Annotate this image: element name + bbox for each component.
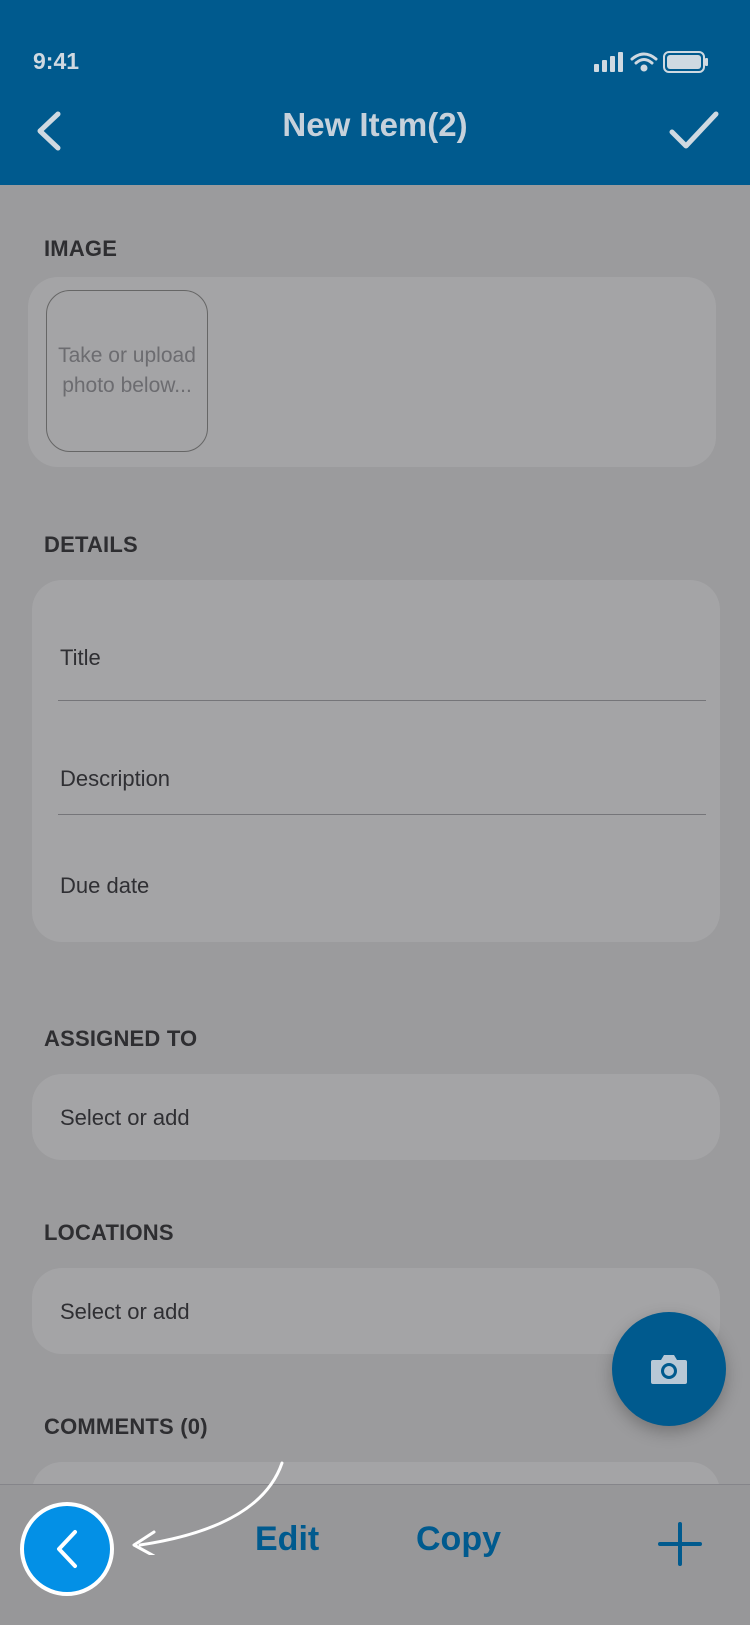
battery-icon <box>663 51 708 73</box>
camera-icon <box>651 1355 687 1384</box>
hint-arrow <box>132 1461 284 1555</box>
photo-placeholder[interactable]: Take or upload photo below... <box>46 290 208 452</box>
photo-placeholder-line1: Take or upload <box>58 344 196 367</box>
back-button[interactable] <box>20 1502 114 1596</box>
description-field[interactable]: Description <box>60 766 170 792</box>
section-label-assigned: ASSIGNED TO <box>44 1026 198 1051</box>
locations-select-text: Select or add <box>60 1299 190 1324</box>
divider <box>58 814 706 815</box>
wifi-icon <box>630 52 658 72</box>
section-label-image: IMAGE <box>44 236 118 261</box>
app-header: 9:41 New Item(2) <box>0 0 750 185</box>
divider <box>58 700 706 701</box>
chevron-left-icon <box>57 1530 77 1568</box>
check-icon[interactable] <box>666 108 722 156</box>
plus-icon[interactable] <box>656 1520 704 1568</box>
title-field[interactable]: Title <box>60 645 101 671</box>
page-title: New Item(2) <box>282 106 468 143</box>
section-label-comments: COMMENTS (0) <box>44 1414 208 1439</box>
signal-icon <box>594 52 623 72</box>
status-time: 9:41 <box>33 48 80 74</box>
assigned-select-text: Select or add <box>60 1105 190 1130</box>
photo-placeholder-line2: photo below... <box>62 374 192 397</box>
status-icons <box>594 51 708 73</box>
copy-button[interactable]: Copy <box>416 1520 501 1559</box>
section-label-details: DETAILS <box>44 532 138 557</box>
camera-button[interactable] <box>612 1312 726 1426</box>
due-date-field[interactable]: Due date <box>60 873 149 899</box>
section-label-locations: LOCATIONS <box>44 1220 174 1245</box>
